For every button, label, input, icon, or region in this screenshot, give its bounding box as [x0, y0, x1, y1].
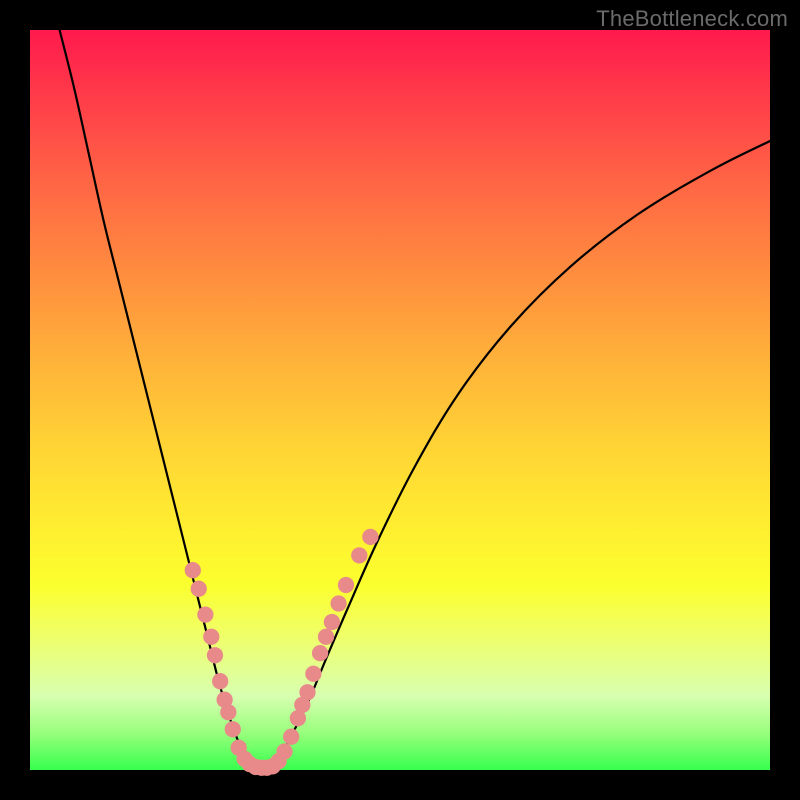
highlight-dot	[324, 614, 340, 630]
curve-right-branch	[274, 141, 770, 770]
highlight-dot	[351, 547, 367, 563]
highlight-dot	[362, 529, 378, 545]
highlight-dot-group	[185, 529, 379, 776]
curve-layer	[30, 30, 770, 770]
highlight-dot	[185, 562, 201, 578]
highlight-dot	[305, 666, 321, 682]
watermark-text: TheBottleneck.com	[596, 6, 788, 32]
chart-frame: TheBottleneck.com	[0, 0, 800, 800]
highlight-dot	[330, 595, 346, 611]
plot-area	[30, 30, 770, 770]
highlight-dot	[203, 629, 219, 645]
highlight-dot	[197, 606, 213, 622]
highlight-dot	[312, 645, 328, 661]
highlight-dot	[191, 581, 207, 597]
highlight-dot	[220, 704, 236, 720]
highlight-dot	[318, 629, 334, 645]
highlight-dot	[299, 684, 315, 700]
highlight-dot	[212, 673, 228, 689]
highlight-dot	[225, 721, 241, 737]
curve-left-branch	[60, 30, 252, 770]
highlight-dot	[338, 577, 354, 593]
highlight-dot	[207, 647, 223, 663]
highlight-dot	[283, 729, 299, 745]
highlight-dot	[276, 743, 292, 759]
